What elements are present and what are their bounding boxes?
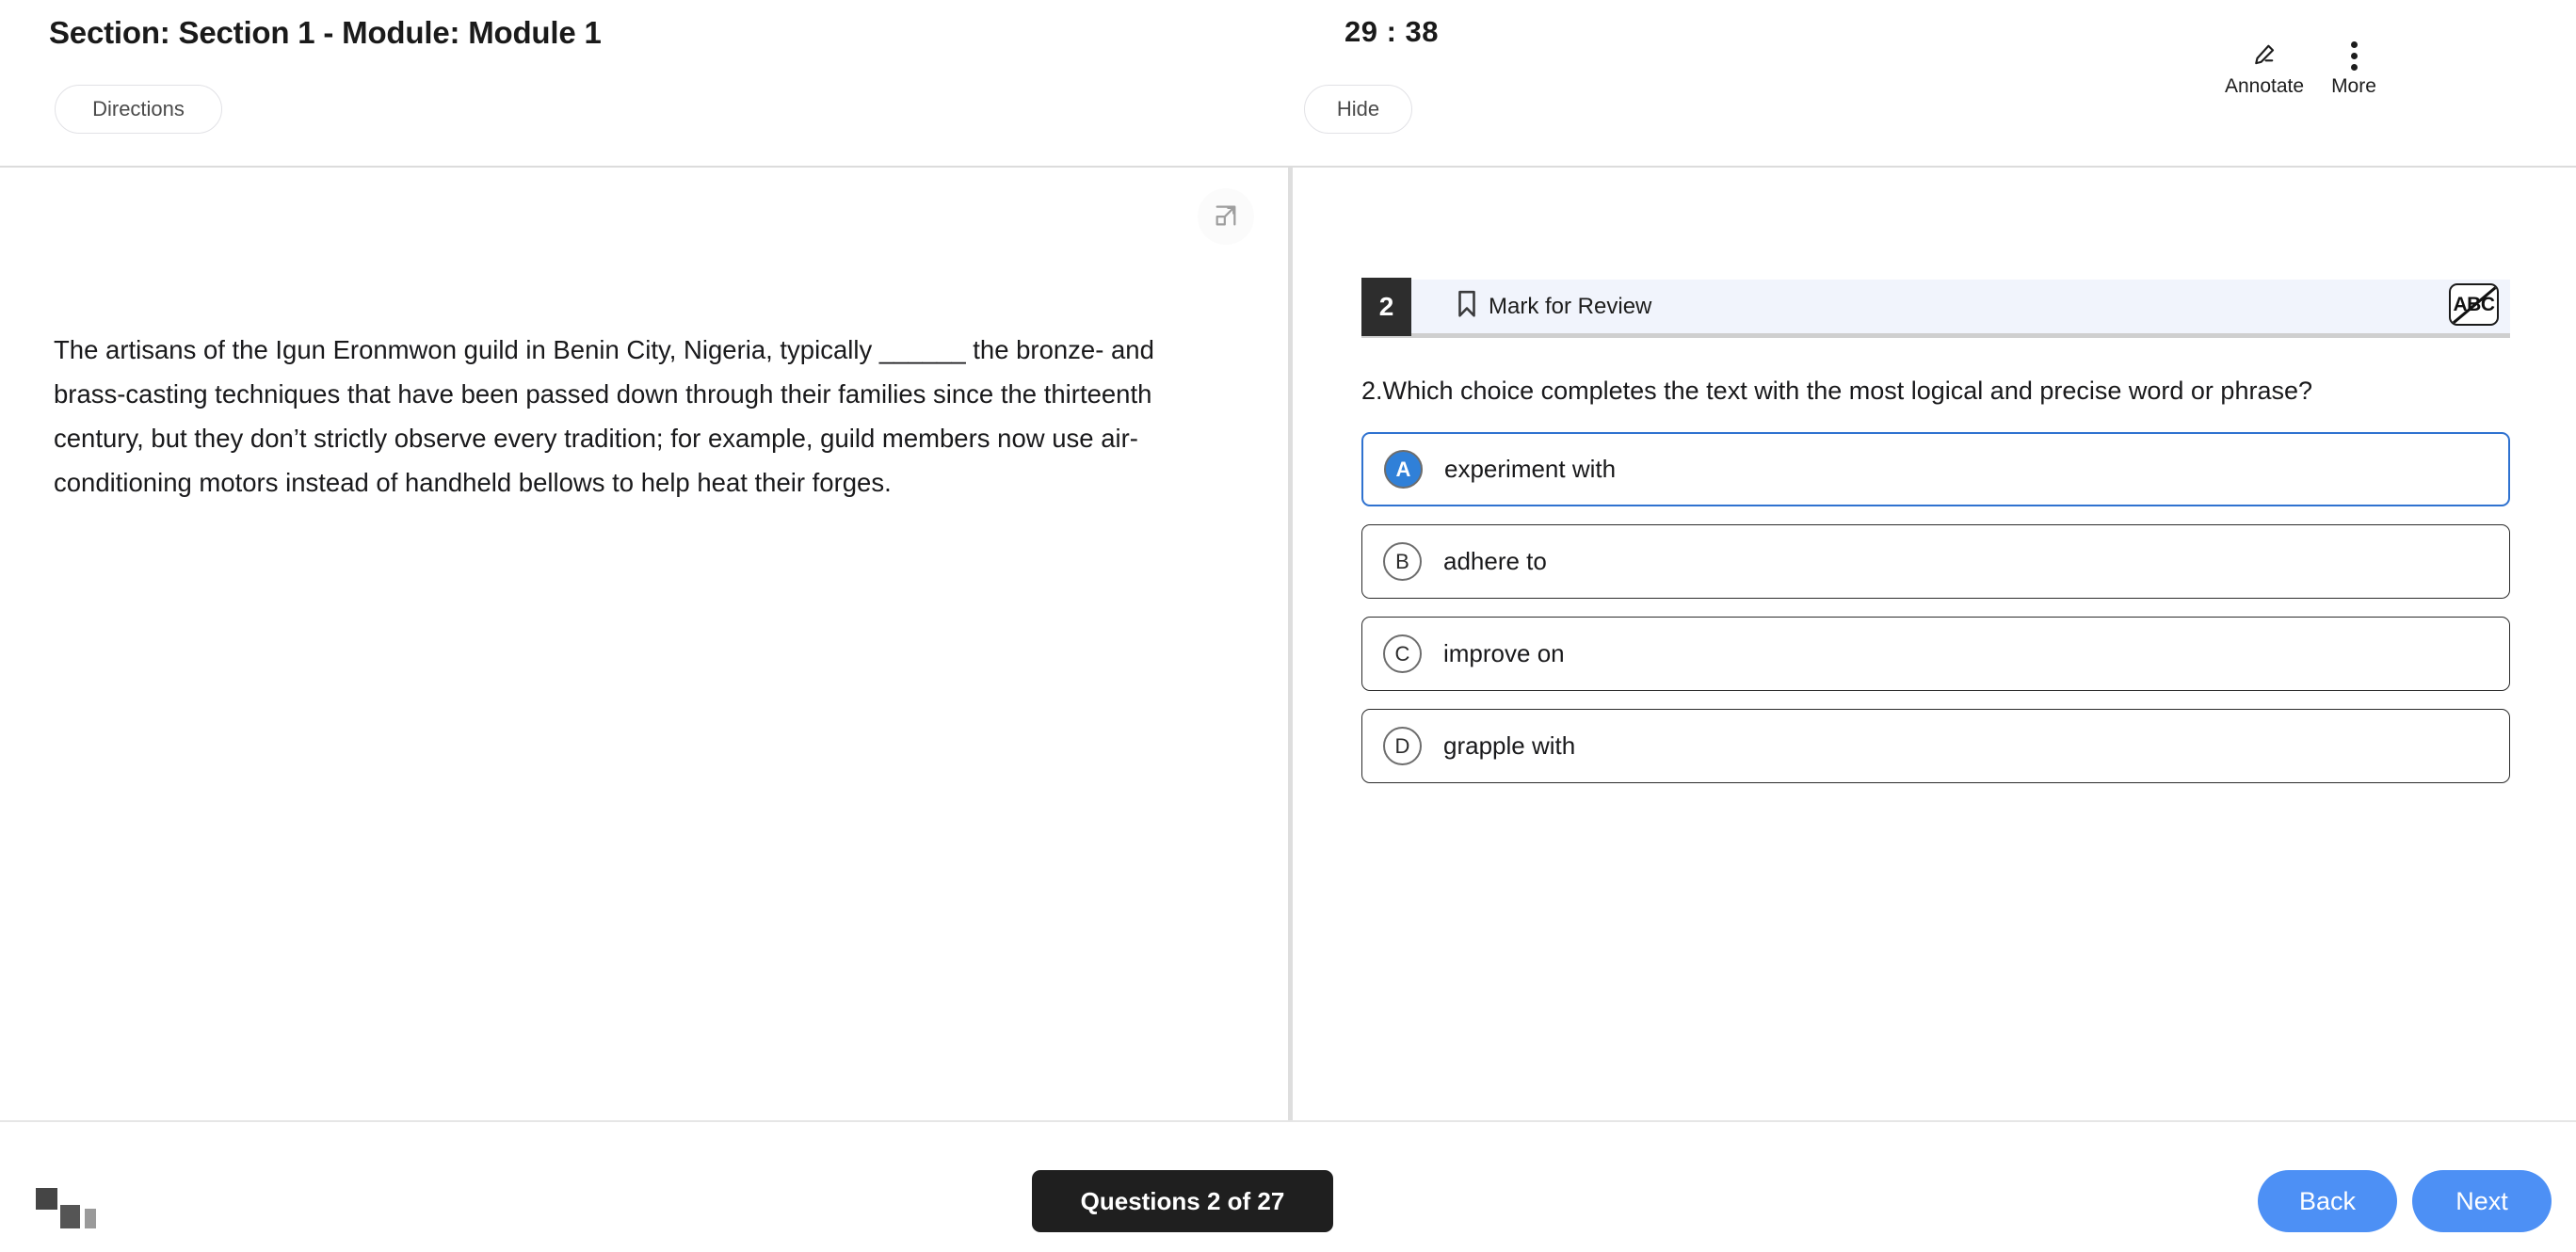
choice-letter-a: A [1384,450,1423,489]
mark-for-review-button[interactable]: Mark for Review [1456,290,1651,323]
next-button[interactable]: Next [2412,1170,2552,1232]
more-vertical-icon [2283,41,2424,73]
hide-timer-button[interactable]: Hide [1304,85,1412,134]
question-stem: 2.Which choice completes the text with t… [1361,377,2312,405]
choice-text-d: grapple with [1443,731,1576,760]
directions-button[interactable]: Directions [55,85,222,134]
answer-choice-a[interactable]: A experiment with [1361,432,2510,506]
abc-crossout-icon[interactable]: ABC [2449,283,2499,326]
question-panel: 2 Mark for Review ABC [1293,168,2576,1120]
more-button[interactable]: More [2283,41,2424,98]
choice-letter-d: D [1383,727,1422,765]
mark-for-review-label: Mark for Review [1489,293,1652,319]
logo-block-2 [60,1205,80,1228]
timer-display: 29 : 38 [1344,15,1439,48]
test-app-window: Section: Section 1 - Module: Module 1 Di… [0,0,2576,1252]
choice-text-a: experiment with [1444,455,1617,483]
choice-text-b: adhere to [1443,547,1547,575]
stair-blocks-logo [36,1180,104,1228]
question-number-badge: 2 [1361,277,1411,336]
logo-block-3 [85,1209,96,1228]
question-counter-button[interactable]: Questions 2 of 27 [1032,1170,1333,1232]
page-title: Section: Section 1 - Module: Module 1 [49,15,602,50]
content-area: The artisans of the Igun Eronmwon guild … [0,168,2576,1120]
expand-passage-panel-button[interactable] [1198,188,1254,245]
expand-panel-right-icon [1213,202,1239,232]
answer-choice-b[interactable]: B adhere to [1361,524,2510,599]
more-label: More [2331,75,2376,97]
bookmark-icon [1456,290,1478,323]
passage-text: The artisans of the Igun Eronmwon guild … [54,335,1154,497]
choice-letter-c: C [1383,634,1422,673]
choice-text-c: improve on [1443,639,1565,667]
answer-choice-c[interactable]: C improve on [1361,617,2510,691]
passage-panel: The artisans of the Igun Eronmwon guild … [0,168,1288,1120]
back-button[interactable]: Back [2258,1170,2397,1232]
answer-choices-list: A experiment with B adhere to C improve … [1361,432,2510,801]
logo-block-1 [36,1188,57,1210]
choice-letter-b: B [1383,542,1422,581]
answer-choice-d[interactable]: D grapple with [1361,709,2510,783]
app-header: Section: Section 1 - Module: Module 1 Di… [0,0,2576,168]
question-header-bar: 2 Mark for Review ABC [1361,277,2510,338]
